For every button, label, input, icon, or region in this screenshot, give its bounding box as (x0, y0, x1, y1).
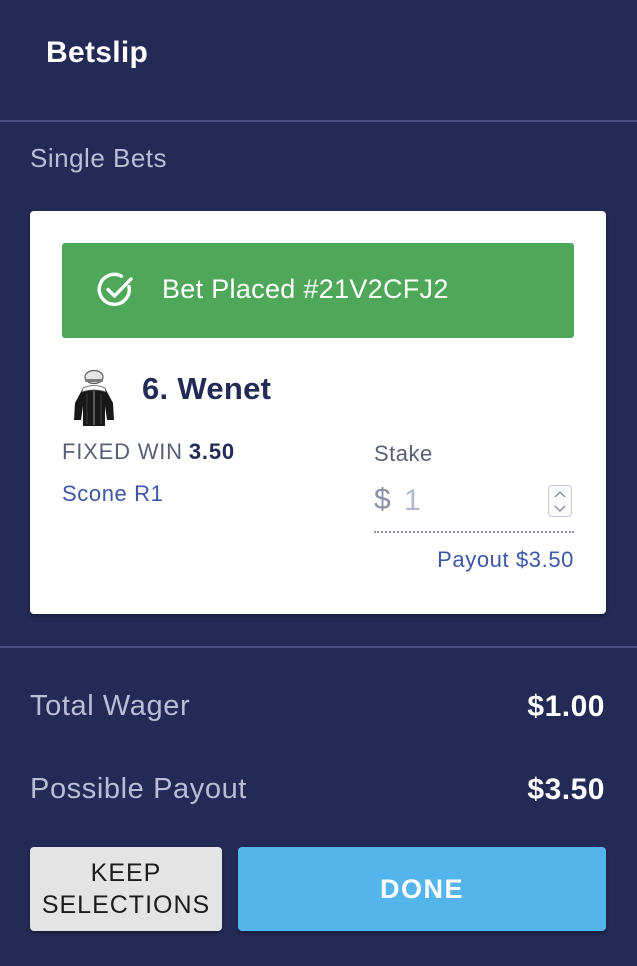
bet-type: FIXED WIN 3.50 (62, 439, 235, 465)
race-link[interactable]: Scone R1 (62, 481, 163, 507)
stepper-decrement[interactable] (549, 501, 571, 516)
total-wager-value: $1.00 (527, 690, 605, 723)
stepper-increment[interactable] (549, 486, 571, 501)
bet-type-label: FIXED WIN (62, 439, 183, 464)
keep-selections-label-line1: KEEP (90, 859, 162, 887)
bet-placed-banner: Bet Placed #21V2CFJ2 (62, 243, 574, 338)
keep-selections-label-line2: SELECTIONS (41, 891, 211, 919)
possible-payout-value: $3.50 (527, 773, 605, 806)
bet-payout: Payout $3.50 (437, 547, 574, 572)
betslip-header: Betslip (0, 0, 637, 122)
page-title: Betslip (46, 36, 149, 69)
bet-odds: 3.50 (188, 439, 235, 464)
stake-label: Stake (374, 441, 433, 466)
possible-payout-label: Possible Payout (30, 773, 247, 805)
keep-selections-button[interactable]: KEEP SELECTIONS (30, 847, 222, 931)
jockey-silks-icon (74, 370, 114, 426)
chevron-down-icon (554, 505, 566, 512)
runner-name: 6. Wenet (142, 371, 272, 406)
total-wager-label: Total Wager (30, 690, 191, 722)
stake-field: $ (374, 479, 574, 533)
done-button[interactable]: DONE (238, 847, 606, 931)
quantity-stepper (548, 485, 572, 517)
section-label-single-bets: Single Bets (30, 143, 168, 173)
betslip-panel: Betslip Single Bets Bet Placed #21V2CFJ2… (0, 0, 637, 966)
stake-input[interactable] (404, 481, 534, 521)
check-circle-icon (97, 272, 133, 306)
summary-divider (0, 646, 637, 648)
bet-card: Bet Placed #21V2CFJ2 6. Wenet FIXED WIN 3… (30, 211, 606, 614)
chevron-up-icon (554, 490, 566, 497)
currency-symbol: $ (374, 483, 391, 516)
bet-placed-text: Bet Placed #21V2CFJ2 (162, 274, 449, 304)
